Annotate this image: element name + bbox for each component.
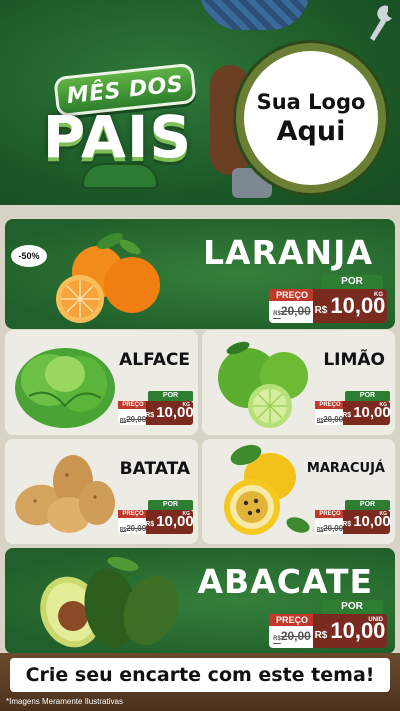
old-price-value: 20,00 — [126, 524, 147, 533]
product-card-limao[interactable]: LIMÃO POR PREÇO R$20,00 R$ 10,00 KG — [202, 330, 395, 435]
passion-fruit-illustration — [224, 444, 310, 535]
logo-text-line1: Sua Logo — [256, 89, 366, 114]
price-tag: POR PREÇO R$20,00 R$ 10,00 KG — [315, 500, 391, 534]
preco-label: PREÇO — [118, 401, 148, 409]
old-price-box: PREÇO R$20,00 — [315, 510, 345, 534]
logo-placeholder[interactable]: Sua Logo Aqui — [236, 43, 386, 193]
old-price-value: 20,00 — [280, 629, 311, 643]
old-price-box: PREÇO R$20,00 — [118, 510, 148, 534]
product-card-maracuja[interactable]: MARACUJÁ POR PREÇO R$20,00 R$ 10,00 KG — [202, 439, 395, 544]
logo-text-line2: Aqui — [276, 115, 346, 147]
tie-decoration — [200, 0, 310, 30]
product-card-alface[interactable]: ALFACE POR PREÇO R$20,00 R$ 10,00 KG — [5, 330, 198, 435]
old-price-value: 20,00 — [280, 304, 311, 318]
por-label: POR — [345, 500, 390, 510]
product-name: LARANJA — [203, 233, 373, 272]
old-price-value: 20,00 — [323, 524, 344, 533]
preco-label: PREÇO — [315, 401, 345, 409]
price-unit: KG — [182, 511, 191, 517]
new-price-box: R$ 10,00 KG — [145, 401, 194, 425]
old-price-box: PREÇO R$20,00 — [315, 401, 345, 425]
product-name: ABACATE — [197, 562, 373, 601]
old-price: R$20,00 — [120, 415, 146, 424]
old-price: R$20,00 — [120, 524, 146, 533]
currency: R$ — [342, 521, 352, 528]
product-name: LIMÃO — [323, 350, 385, 370]
por-label: POR — [148, 391, 193, 401]
price-tag: POR PREÇO R$20,00 R$ 10,00 UNID — [269, 600, 387, 648]
old-currency: R$ — [273, 311, 281, 317]
old-price: R$20,00 — [317, 415, 343, 424]
old-price: R$20,00 — [317, 524, 343, 533]
por-label: POR — [321, 600, 383, 614]
product-name: ALFACE — [119, 350, 190, 370]
por-label: POR — [321, 275, 383, 289]
currency: R$ — [145, 521, 155, 528]
product-name: MARACUJÁ — [306, 461, 385, 476]
old-price: R$20,00 — [273, 304, 311, 318]
title-main: PAIS — [42, 103, 193, 171]
new-price-box: R$ 10,00 KG — [342, 510, 391, 534]
price-tag: POR PREÇO R$20,00 R$ 10,00 KG — [118, 500, 194, 534]
product-card-abacate[interactable]: ABACATE POR PREÇO R$20,00 R$ 10,00 UNID — [5, 548, 395, 654]
product-card-batata[interactable]: BATATA POR PREÇO R$20,00 R$ 10,00 KG — [5, 439, 198, 544]
price-unit: KG — [182, 402, 191, 408]
new-price-box: R$ 10,00 KG — [313, 289, 387, 323]
lime-illustration — [218, 341, 308, 428]
product-card-laranja[interactable]: -50% LARANJA POR PREÇO R$20,00 R$ 10,00 … — [5, 219, 395, 329]
product-name: BATATA — [119, 459, 190, 479]
currency: R$ — [342, 412, 352, 419]
currency: R$ — [145, 412, 155, 419]
orange-illustration — [56, 232, 160, 323]
old-price-box: PREÇO R$20,00 — [269, 614, 315, 648]
new-price-box: R$ 10,00 UNID — [313, 614, 387, 648]
header-banner: MÊS DOS PAIS Sua Logo Aqui — [0, 0, 400, 205]
old-currency: R$ — [273, 636, 281, 642]
new-price-box: R$ 10,00 KG — [342, 401, 391, 425]
disclaimer-text: *Imagens Meramente Ilustrativas — [6, 697, 123, 706]
price-tag: POR PREÇO R$20,00 R$ 10,00 KG — [118, 391, 194, 425]
preco-label: PREÇO — [269, 614, 315, 626]
products-area: -50% LARANJA POR PREÇO R$20,00 R$ 10,00 … — [0, 205, 400, 660]
new-price-box: R$ 10,00 KG — [145, 510, 194, 534]
old-price-box: PREÇO R$20,00 — [118, 401, 148, 425]
old-price-box: PREÇO R$20,00 — [269, 289, 315, 323]
old-price: R$20,00 — [273, 629, 311, 643]
discount-badge: -50% — [11, 245, 47, 267]
preco-label: PREÇO — [269, 289, 315, 301]
old-price-value: 20,00 — [126, 415, 147, 424]
price-tag: POR PREÇO R$20,00 R$ 10,00 KG — [269, 275, 387, 323]
currency: R$ — [314, 630, 328, 641]
preco-label: PREÇO — [118, 510, 148, 518]
footer: Crie seu encarte com este tema! *Imagens… — [0, 653, 400, 711]
por-label: POR — [148, 500, 193, 510]
price-unit: KG — [379, 511, 388, 517]
lettuce-illustration — [15, 348, 115, 428]
price-unit: UNID — [368, 617, 383, 623]
price-unit: KG — [374, 292, 383, 298]
price-unit: KG — [379, 402, 388, 408]
title-badge: MÊS DOS PAIS — [10, 45, 225, 200]
por-label: POR — [345, 391, 390, 401]
price-tag: POR PREÇO R$20,00 R$ 10,00 KG — [315, 391, 391, 425]
potato-illustration — [15, 455, 115, 533]
wrench-icon — [366, 4, 396, 44]
avocado-illustration — [40, 556, 179, 648]
currency: R$ — [314, 305, 328, 316]
old-price-value: 20,00 — [323, 415, 344, 424]
preco-label: PREÇO — [315, 510, 345, 518]
mustache-icon — [82, 163, 158, 189]
cta-banner[interactable]: Crie seu encarte com este tema! — [10, 658, 390, 692]
